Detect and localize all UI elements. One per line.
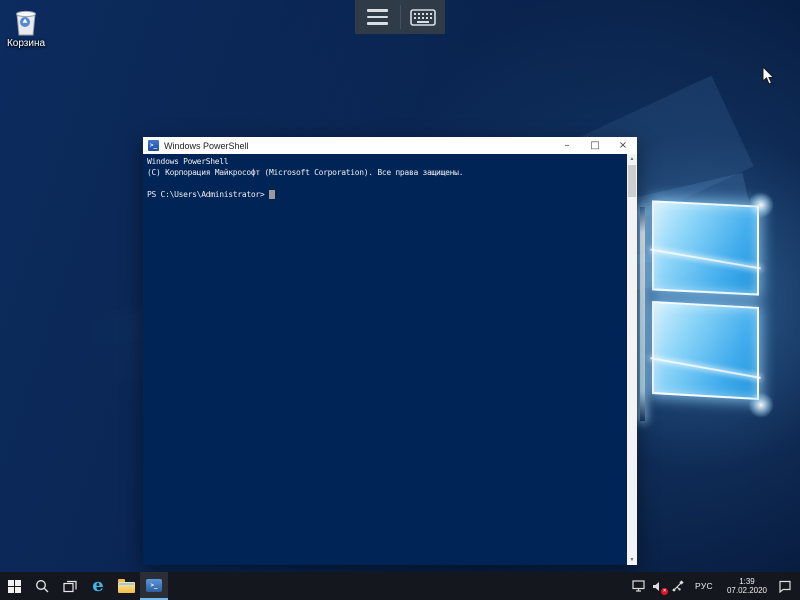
powershell-icon: >_ <box>146 579 162 592</box>
prompt-row: PS C:\Users\Administrator> <box>147 189 633 200</box>
search-button[interactable] <box>28 572 56 600</box>
scroll-up-icon[interactable]: ▲ <box>630 154 635 164</box>
clock[interactable]: 1:39 07.02.2020 <box>720 572 774 600</box>
internet-explorer-icon: e <box>92 577 103 595</box>
usb-device-icon <box>672 580 684 592</box>
window-titlebar[interactable]: >_ Windows PowerShell – □ × <box>143 137 637 154</box>
usb-eject-tray-button[interactable] <box>668 572 688 600</box>
language-indicator[interactable]: РУС <box>688 572 720 600</box>
console-line-blank <box>147 178 633 189</box>
hamburger-icon <box>367 9 388 25</box>
scrollbar[interactable]: ▲ ▼ <box>627 154 637 565</box>
console-toolbar <box>355 0 445 34</box>
windows-logo-pane-bottom <box>652 301 759 400</box>
taskbar: e >_ × <box>0 572 800 600</box>
logo-glow-spot <box>748 192 774 218</box>
keyboard-button[interactable] <box>401 0 446 34</box>
text-cursor <box>269 190 275 199</box>
task-view-button[interactable] <box>56 572 84 600</box>
file-explorer-button[interactable] <box>112 572 140 600</box>
close-button[interactable]: × <box>609 137 637 154</box>
task-view-icon <box>63 580 77 593</box>
console-line: Windows PowerShell <box>147 156 633 167</box>
menu-button[interactable] <box>355 0 400 34</box>
file-explorer-icon <box>118 582 135 593</box>
scrollbar-thumb[interactable] <box>628 165 636 197</box>
desktop: Корзина <box>0 0 800 600</box>
scroll-down-icon[interactable]: ▼ <box>630 555 635 565</box>
clock-time: 1:39 <box>727 577 767 586</box>
powershell-window: >_ Windows PowerShell – □ × Windows Powe… <box>143 137 637 565</box>
prompt-text: PS C:\Users\Administrator> <box>147 189 264 200</box>
windows-logo-icon <box>8 580 21 593</box>
console-output[interactable]: Windows PowerShell (C) Корпорация Майкро… <box>143 154 637 565</box>
recycle-bin-label: Корзина <box>4 38 48 49</box>
mute-badge: × <box>661 588 668 595</box>
action-center-icon <box>778 580 792 593</box>
powershell-icon: >_ <box>148 140 159 151</box>
windows-logo-pane-top <box>652 200 759 295</box>
powershell-taskbar-button[interactable]: >_ <box>140 572 168 600</box>
search-icon <box>35 579 49 593</box>
clock-date: 07.02.2020 <box>727 586 767 595</box>
start-button[interactable] <box>0 572 28 600</box>
maximize-button[interactable]: □ <box>581 137 609 154</box>
console-line: (C) Корпорация Майкрософт (Microsoft Cor… <box>147 167 633 178</box>
volume-tray-button[interactable]: × <box>648 572 668 600</box>
trash-can-icon <box>13 8 39 36</box>
system-tray: × РУС 1:39 07.02.2020 <box>628 572 800 600</box>
logo-light-streak <box>650 249 761 270</box>
action-center-button[interactable] <box>774 572 800 600</box>
windows-logo-edge <box>640 207 645 421</box>
window-title: Windows PowerShell <box>164 141 249 151</box>
keyboard-icon <box>410 9 436 26</box>
window-controls: – □ × <box>553 137 637 154</box>
logo-glow-spot <box>748 392 774 418</box>
network-icon <box>632 580 645 592</box>
internet-explorer-button[interactable]: e <box>84 572 112 600</box>
minimize-button[interactable]: – <box>553 137 581 154</box>
network-tray-button[interactable] <box>628 572 648 600</box>
recycle-bin-icon[interactable]: Корзина <box>4 8 48 49</box>
logo-light-streak <box>650 357 761 379</box>
